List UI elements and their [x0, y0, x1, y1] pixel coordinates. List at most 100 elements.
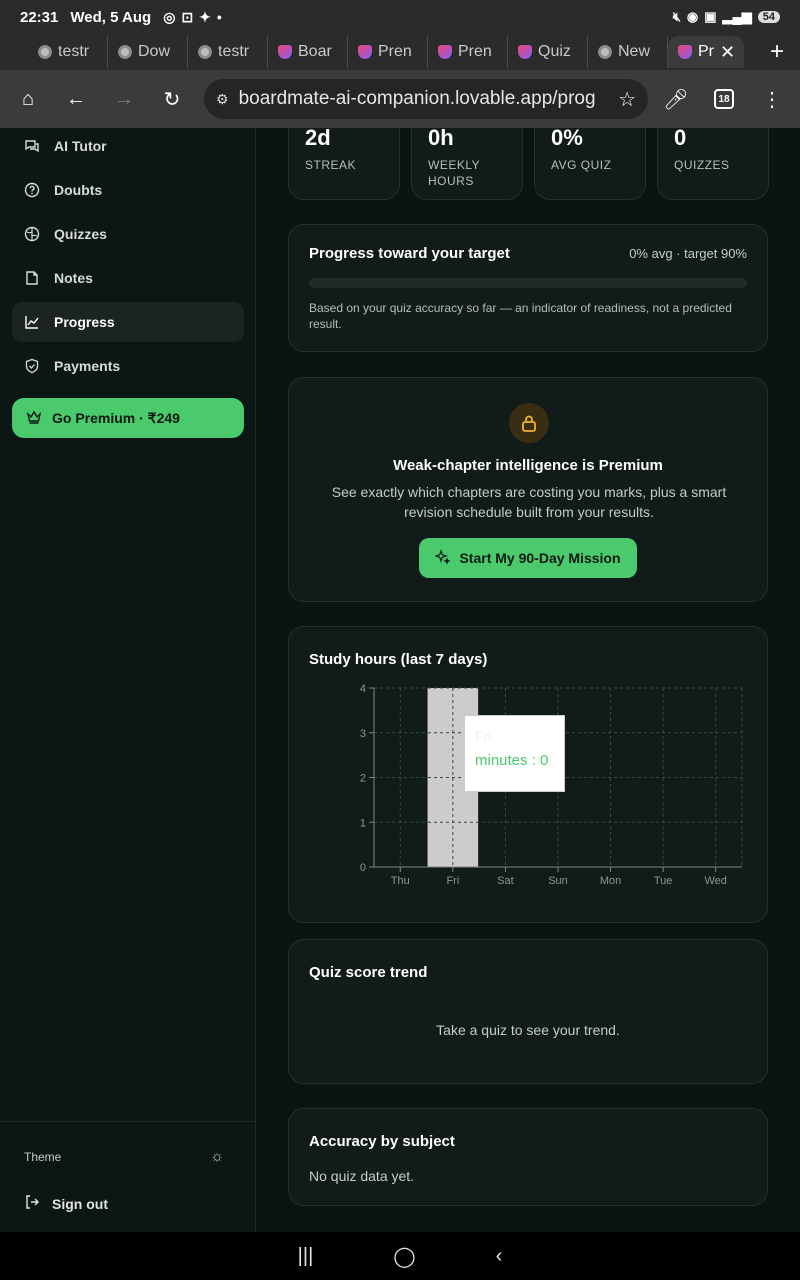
- sidebar-item-ai-tutor[interactable]: AI Tutor: [12, 126, 244, 166]
- url-text[interactable]: boardmate-ai-companion.lovable.app/prog: [239, 88, 609, 110]
- dot-icon: •: [216, 8, 222, 25]
- chart-line-icon: [24, 314, 40, 330]
- close-tab-icon[interactable]: ✕: [720, 42, 735, 63]
- tab-label: Pren: [378, 43, 412, 60]
- address-bar[interactable]: ⚙ boardmate-ai-companion.lovable.app/pro…: [204, 79, 648, 119]
- x-tick-label: Sun: [548, 875, 568, 887]
- y-tick-label: 2: [360, 773, 366, 785]
- lovable-icon: [358, 45, 372, 59]
- sidebar-item-label: Notes: [54, 270, 93, 286]
- help-circle-icon: [24, 182, 40, 198]
- start-mission-button[interactable]: Start My 90-Day Mission: [419, 538, 637, 578]
- progress-card: Progress toward your target 0% avg · tar…: [288, 224, 768, 352]
- accuracy-title: Accuracy by subject: [309, 1133, 455, 1150]
- status-date: Wed, 5 Aug: [70, 8, 152, 26]
- y-tick-label: 4: [360, 683, 366, 695]
- premium-card-desc: See exactly which chapters are costing y…: [331, 484, 727, 520]
- sign-out-label: Sign out: [52, 1195, 108, 1212]
- y-tick-label: 0: [360, 862, 366, 874]
- signal-icon: ▂▄▆: [722, 9, 752, 24]
- browser-tab-active[interactable]: Pr ✕: [668, 36, 744, 68]
- browser-tab[interactable]: testr: [28, 36, 108, 68]
- home-nav-icon[interactable]: ◯: [393, 1244, 415, 1269]
- app-icon: ✦: [199, 8, 211, 25]
- logout-icon: [24, 1194, 40, 1213]
- lovable-icon: [438, 45, 452, 59]
- sidebar-item-label: Payments: [54, 358, 121, 374]
- main-content: 2d STREAK 0h WEEKLY HOURS 0% AVG QUIZ 0 …: [256, 128, 800, 1232]
- x-tick-label: Tue: [654, 875, 673, 887]
- quiz-trend-card: Quiz score trend Take a quiz to see your…: [288, 939, 768, 1084]
- stat-label: STREAK: [305, 158, 357, 172]
- sidebar-item-label: Quizzes: [54, 226, 107, 242]
- back-nav-icon[interactable]: ‹: [496, 1245, 503, 1268]
- x-tick-label: Sat: [497, 875, 514, 887]
- sparkles-icon: [434, 548, 451, 568]
- theme-row: Theme ☼: [24, 1148, 224, 1165]
- tab-switcher-button[interactable]: 18: [708, 83, 740, 115]
- stat-value: 0h: [428, 128, 454, 150]
- bookmark-star-icon[interactable]: ☆: [618, 87, 636, 112]
- brain-icon: [24, 226, 40, 242]
- chrome-icon: [118, 45, 132, 59]
- browser-tab[interactable]: Pren: [348, 36, 428, 68]
- tab-count: 18: [714, 89, 734, 109]
- tab-label: Dow: [138, 43, 171, 60]
- battery-icon: 54: [757, 11, 780, 23]
- stat-card-streak: 2d STREAK: [288, 128, 400, 200]
- go-premium-button[interactable]: Go Premium · ₹249: [12, 398, 244, 438]
- site-settings-icon[interactable]: ⚙: [216, 91, 229, 108]
- sidebar-item-label: Doubts: [54, 182, 103, 198]
- progress-title: Progress toward your target: [309, 245, 510, 262]
- browser-tab[interactable]: New: [588, 36, 668, 68]
- hotspot-icon: ◉: [686, 9, 699, 24]
- sidebar-item-payments[interactable]: Payments: [12, 346, 244, 386]
- sidebar-item-label: Progress: [54, 314, 115, 330]
- sign-out-button[interactable]: Sign out: [24, 1194, 108, 1213]
- x-tick-label: Fri: [446, 875, 459, 887]
- stat-label: QUIZZES: [674, 158, 730, 172]
- browser-tab[interactable]: Quiz: [508, 36, 588, 68]
- sun-icon[interactable]: ☼: [210, 1148, 224, 1165]
- sidebar-item-doubts[interactable]: Doubts: [12, 170, 244, 210]
- progress-note: Based on your quiz accuracy so far — an …: [309, 301, 732, 331]
- browser-tab[interactable]: testr: [188, 36, 268, 68]
- browser-tab[interactable]: Pren: [428, 36, 508, 68]
- mic-icon[interactable]: 🎤︎: [660, 83, 692, 115]
- progress-meta: 0% avg · target 90%: [629, 246, 747, 261]
- premium-upsell-card: Weak-chapter intelligence is Premium See…: [288, 377, 768, 602]
- sidebar-item-progress[interactable]: Progress: [12, 302, 244, 342]
- home-icon[interactable]: ⌂: [12, 83, 44, 115]
- chat-icon: [24, 138, 40, 154]
- reload-icon[interactable]: ↻: [156, 83, 188, 115]
- x-tick-label: Mon: [600, 875, 621, 887]
- new-tab-icon[interactable]: +: [770, 38, 784, 66]
- crown-icon: [26, 409, 42, 428]
- sidebar-item-quizzes[interactable]: Quizzes: [12, 214, 244, 254]
- theme-label: Theme: [24, 1149, 62, 1164]
- browser-tab[interactable]: Boar: [268, 36, 348, 68]
- sidebar-item-notes[interactable]: Notes: [12, 258, 244, 298]
- system-icons: 🔇︎ ◉ ▣ ▂▄▆ 54: [673, 9, 780, 25]
- stat-value: 2d: [305, 128, 331, 150]
- whatsapp-icon: ◎: [163, 8, 176, 25]
- status-time: 22:31: [20, 8, 59, 26]
- more-menu-icon[interactable]: ⋮: [756, 83, 788, 115]
- stat-label: WEEKLY HOURS: [428, 158, 480, 188]
- lovable-icon: [678, 45, 692, 59]
- browser-toolbar: ⌂ ← → ↻ ⚙ boardmate-ai-companion.lovable…: [0, 70, 800, 128]
- accuracy-empty: No quiz data yet.: [309, 1168, 415, 1184]
- volte-icon: ▣: [704, 9, 717, 24]
- tab-strip: testr Dow testr Boar Pren Pren Quiz New …: [0, 34, 800, 70]
- notification-icons: ◎ ⊡ ✦ •: [163, 9, 222, 26]
- tab-label: testr: [218, 43, 250, 60]
- stat-card-avg-quiz: 0% AVG QUIZ: [534, 128, 646, 200]
- forward-icon[interactable]: →: [108, 83, 140, 115]
- tab-label: Quiz: [538, 43, 571, 60]
- premium-card-title: Weak-chapter intelligence is Premium: [393, 457, 663, 474]
- recents-icon[interactable]: |||: [298, 1245, 314, 1268]
- x-tick-label: Thu: [391, 875, 410, 887]
- system-nav-bar: ||| ◯ ‹: [0, 1232, 800, 1280]
- back-icon[interactable]: ←: [60, 83, 92, 115]
- browser-tab[interactable]: Dow: [108, 36, 188, 68]
